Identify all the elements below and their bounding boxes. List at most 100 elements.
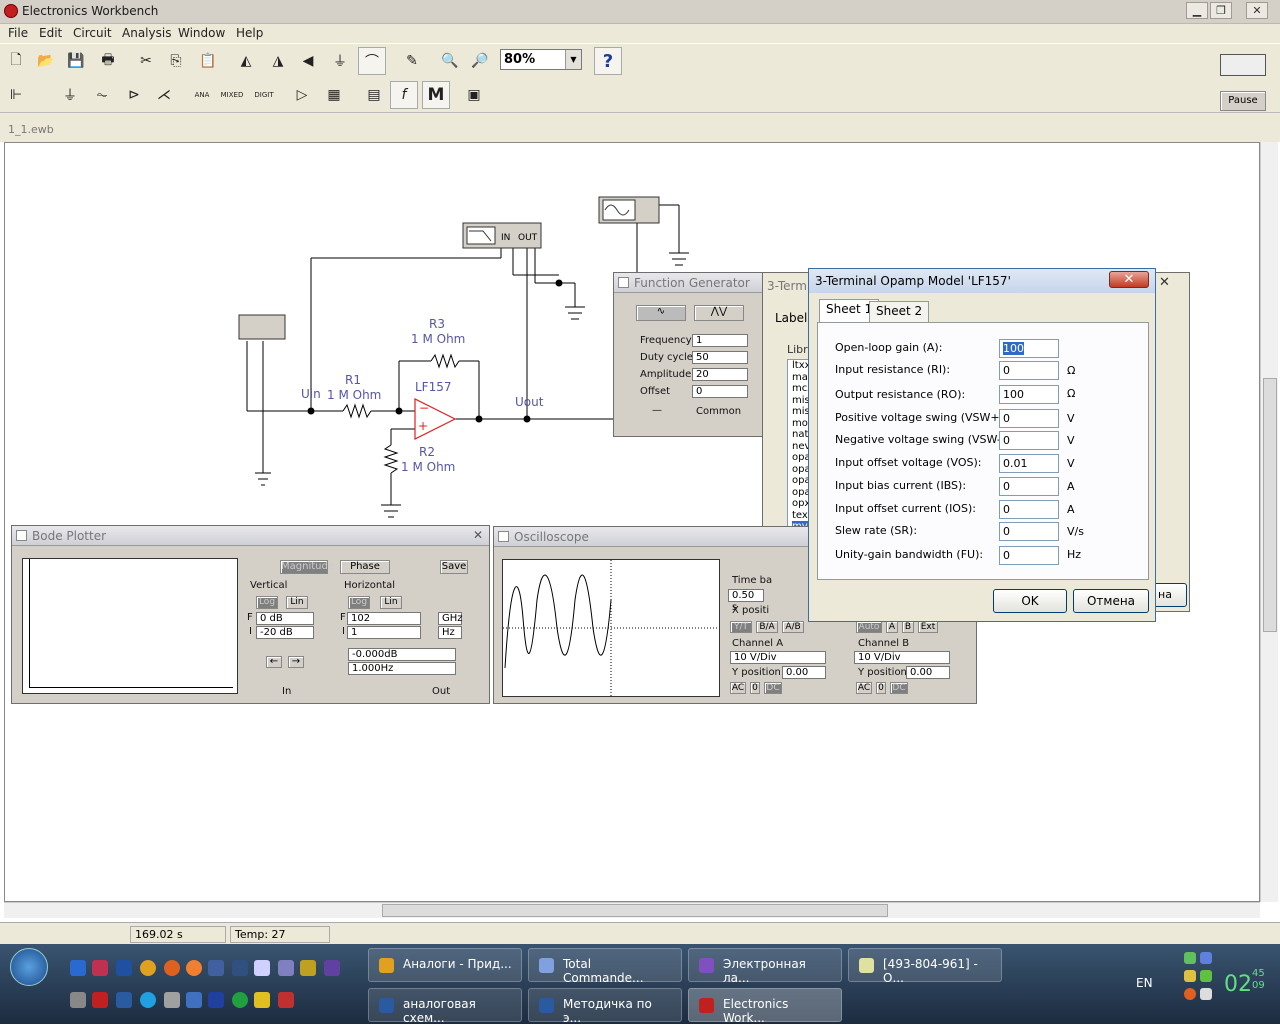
vertical-scroll-thumb[interactable] <box>1263 378 1277 632</box>
clock[interactable]: 02 45 09 <box>1224 968 1265 997</box>
channel-b-ypos[interactable]: 0.00 <box>906 666 950 679</box>
checkbox-icon[interactable] <box>618 277 629 288</box>
horizontal-initial-input[interactable]: 1 <box>347 626 421 639</box>
slew-rate-input[interactable]: 0 <box>999 522 1059 541</box>
document-title[interactable]: 1_1.ewb <box>8 123 54 136</box>
menu-file[interactable]: File <box>8 26 28 40</box>
start-button[interactable] <box>10 948 48 986</box>
amplitude-input[interactable]: 20 <box>692 368 748 381</box>
flip-horizontal-icon[interactable]: ◮ <box>264 47 292 75</box>
dialog-close-icon[interactable]: ✕ <box>1109 271 1149 288</box>
favorites-bin-icon[interactable]: ⊩ <box>2 81 30 109</box>
tray-icon[interactable] <box>1200 970 1212 982</box>
trigger-b-button[interactable]: B <box>902 621 914 633</box>
vertical-initial-input[interactable]: -20 dB <box>256 626 314 639</box>
indicators-bin-icon[interactable]: ▤ <box>360 81 388 109</box>
channel-b-ac-button[interactable]: AC <box>856 682 872 694</box>
checkbox-icon[interactable] <box>16 530 27 541</box>
vertical-lin-button[interactable]: Lin <box>286 596 308 609</box>
horizontal-log-button[interactable]: Log <box>348 596 370 609</box>
horizontal-final-unit[interactable]: GHz <box>438 612 463 625</box>
quicklaunch-app-icon[interactable] <box>278 960 294 976</box>
duty-cycle-input[interactable]: 50 <box>692 351 748 364</box>
trigger-ext-button[interactable]: Ext <box>918 621 938 633</box>
quicklaunch-app-icon[interactable] <box>116 960 132 976</box>
tray-icon[interactable] <box>1184 988 1196 1000</box>
trigger-a-button[interactable]: A <box>886 621 898 633</box>
task-remote[interactable]: [493-804-961] - О... <box>848 948 1002 985</box>
cancel-button[interactable]: Отмена <box>1073 589 1149 613</box>
miscellaneous-bin-icon[interactable]: M <box>422 81 450 109</box>
vertical-log-button[interactable]: Log <box>256 596 278 609</box>
transistors-bin-icon[interactable]: ⋌ <box>150 81 178 109</box>
paste-icon[interactable]: 📋 <box>194 47 222 75</box>
quicklaunch-app-icon[interactable] <box>164 960 180 976</box>
quicklaunch-app-icon[interactable] <box>324 960 340 976</box>
restore-button[interactable]: ❐ <box>1210 2 1232 19</box>
save-button[interactable]: Save <box>440 560 468 574</box>
instruments-bin-icon[interactable]: ▣ <box>460 81 488 109</box>
digital-bin-icon[interactable]: ▦ <box>320 81 348 109</box>
menu-edit[interactable]: Edit <box>39 26 62 40</box>
quicklaunch-app-icon[interactable] <box>92 992 108 1008</box>
quicklaunch-app-icon[interactable] <box>278 992 294 1008</box>
bode-plotter-panel[interactable]: Bode Plotter ✕ Magnitude Phase Save Verti… <box>11 525 490 704</box>
save-icon[interactable]: 💾 <box>62 47 90 75</box>
open-loop-gain-input[interactable]: 100 <box>999 339 1059 358</box>
menu-analysis[interactable]: Analysis <box>122 26 171 40</box>
channel-a-ypos[interactable]: 0.00 <box>782 666 826 679</box>
quicklaunch-app-icon[interactable] <box>232 992 248 1008</box>
quicklaunch-app-icon[interactable] <box>254 960 270 976</box>
trigger-auto-button[interactable]: Auto <box>856 621 882 633</box>
quicklaunch-ie-icon[interactable] <box>70 960 86 976</box>
tab-sheet-2[interactable]: Sheet 2 <box>869 301 930 322</box>
rotate-icon[interactable]: ◭ <box>232 47 260 75</box>
analysis-graphs-icon[interactable]: ✎ <box>398 47 426 75</box>
ab-button[interactable]: A/B <box>782 621 804 633</box>
offset-current-input[interactable]: 0 <box>999 500 1059 519</box>
task-word-doc-2[interactable]: Методичка по э... <box>528 988 682 1025</box>
analog-ics-bin-icon[interactable]: ANA <box>188 81 216 109</box>
quicklaunch-app-icon[interactable] <box>186 992 202 1008</box>
minimize-button[interactable]: ▁ <box>1186 2 1208 19</box>
input-resistance-input[interactable]: 0 <box>999 361 1059 380</box>
task-total-commander[interactable]: Total Commande... <box>528 948 682 985</box>
zoom-out-icon[interactable]: 🔍 <box>436 47 464 75</box>
bandwidth-input[interactable]: 0 <box>999 546 1059 565</box>
quicklaunch-app-icon[interactable] <box>70 992 86 1008</box>
quicklaunch-app-icon[interactable] <box>186 960 202 976</box>
menu-window[interactable]: Window <box>178 26 225 40</box>
function-generator-panel[interactable]: Function Generator ∿ ⋀⋁ Frequency 1 Duty… <box>613 272 773 437</box>
print-icon[interactable]: 🖶 <box>94 47 122 75</box>
menu-circuit[interactable]: Circuit <box>73 26 112 40</box>
language-indicator[interactable]: EN <box>1136 976 1153 990</box>
component-properties-icon[interactable]: ⏚ <box>326 47 354 75</box>
zoom-in-icon[interactable]: 🔎 <box>466 47 494 75</box>
positive-swing-input[interactable]: 0 <box>999 409 1059 428</box>
new-file-icon[interactable]: 🗋 <box>2 47 30 75</box>
quicklaunch-app-icon[interactable] <box>164 992 180 1008</box>
diodes-bin-icon[interactable]: ⊳ <box>120 81 148 109</box>
chevron-down-icon[interactable]: ▼ <box>565 50 581 69</box>
output-resistance-input[interactable]: 100 <box>999 385 1059 404</box>
horizontal-scrollbar[interactable] <box>4 902 1260 918</box>
horizontal-lin-button[interactable]: Lin <box>380 596 402 609</box>
quicklaunch-app-icon[interactable] <box>300 960 316 976</box>
ba-button[interactable]: B/A <box>756 621 778 633</box>
mixed-ics-bin-icon[interactable]: MIXED <box>218 81 246 109</box>
checkbox-icon[interactable] <box>498 531 509 542</box>
create-subcircuit-icon[interactable]: ⌒ <box>358 47 386 75</box>
controls-bin-icon[interactable]: f <box>390 81 418 109</box>
bias-current-input[interactable]: 0 <box>999 477 1059 496</box>
quicklaunch-app-icon[interactable] <box>232 960 248 976</box>
tray-icon[interactable] <box>1184 970 1196 982</box>
horizontal-scroll-thumb[interactable] <box>382 904 888 917</box>
volume-icon[interactable] <box>1200 988 1212 1000</box>
tray-icon[interactable] <box>1200 952 1212 964</box>
channel-a-ac-button[interactable]: AC <box>730 682 746 694</box>
close-icon[interactable]: ✕ <box>473 528 483 542</box>
quicklaunch-photoshop-icon[interactable] <box>208 992 224 1008</box>
channel-b-dc-button[interactable]: DC <box>890 682 908 694</box>
sources-bin-icon[interactable]: ⏚ <box>56 81 84 109</box>
task-electronic-lab[interactable]: Электронная ла... <box>688 948 842 985</box>
